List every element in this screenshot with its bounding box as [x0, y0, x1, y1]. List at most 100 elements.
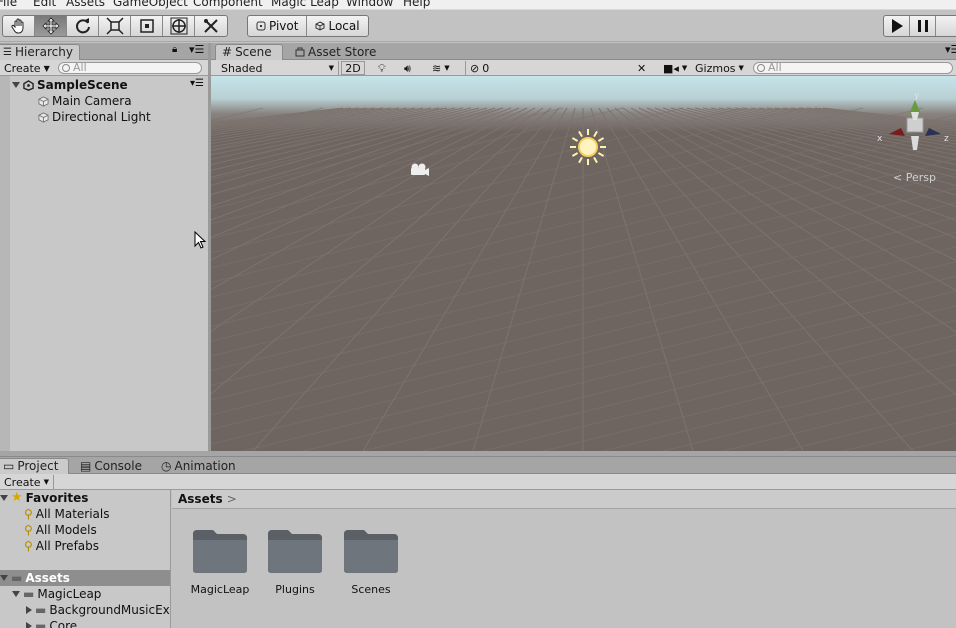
transform-tool-button[interactable]	[163, 16, 195, 36]
expand-triangle-icon[interactable]	[0, 575, 8, 581]
2d-label: 2D	[345, 61, 361, 75]
main-toolbar: Pivot Local	[0, 10, 956, 42]
pause-button[interactable]	[910, 16, 937, 36]
play-button[interactable]	[884, 16, 911, 36]
menu-magic-leap[interactable]: Magic Leap	[271, 0, 339, 9]
scale-tool-button[interactable]	[99, 16, 131, 36]
menu-window[interactable]: Window	[346, 0, 393, 9]
rotate-tool-button[interactable]	[67, 16, 99, 36]
camera-dropdown[interactable]: ■◂ ▼	[659, 61, 691, 75]
assets-root-row[interactable]: ▬ Assets	[0, 570, 170, 586]
gizmos-dropdown[interactable]: Gizmos ▼	[691, 61, 748, 75]
favorite-item-all-materials[interactable]: ⚲ All Materials	[24, 506, 110, 522]
hierarchy-item-main-camera[interactable]: Main Camera	[38, 93, 132, 109]
move-tool-button[interactable]	[35, 16, 67, 36]
gizmos-label: Gizmos	[695, 61, 736, 75]
menu-component[interactable]: Component	[193, 0, 263, 9]
tree-item-label: Core	[49, 619, 78, 628]
menu-bar: File Edit Assets GameObject Component Ma…	[0, 0, 956, 10]
search-placeholder: All	[73, 61, 87, 74]
scale-icon	[105, 17, 124, 35]
menu-gameobject[interactable]: GameObject	[113, 0, 188, 9]
transform-tools	[2, 15, 228, 37]
audio-toggle[interactable]: 🔊︎	[400, 61, 415, 75]
panel-menu-icon[interactable]: ▾☰	[945, 43, 956, 56]
projection-label[interactable]: < Persp	[893, 171, 936, 184]
scene-tools-button[interactable]: ✕	[633, 61, 650, 75]
pivot-label: Pivot	[269, 19, 299, 33]
hierarchy-item-directional-light[interactable]: Directional Light	[38, 109, 151, 125]
breadcrumb-assets[interactable]: Assets >	[178, 492, 237, 506]
search-icon: ⚲	[24, 507, 33, 521]
hierarchy-search-input[interactable]: All	[58, 62, 202, 74]
chevron-down-icon: ▼	[43, 477, 49, 486]
scene-canvas[interactable]: y x z	[211, 76, 956, 451]
menu-assets[interactable]: Assets	[66, 0, 105, 9]
menu-help[interactable]: Help	[403, 0, 430, 9]
expand-triangle-icon[interactable]	[0, 495, 8, 501]
asset-store-tab-label: Asset Store	[308, 44, 377, 59]
hierarchy-subbar: Create ▼ All	[0, 60, 208, 76]
chevron-down-icon: ▼	[444, 63, 450, 72]
tab-asset-store[interactable]: Asset Store	[289, 44, 382, 60]
project-folder-tree: ★ Favorites ⚲ All Materials ⚲ All Models…	[0, 490, 171, 628]
hand-tool-button[interactable]	[3, 16, 35, 36]
tree-item-core[interactable]: ▬ Core	[26, 618, 77, 628]
hierarchy-panel: ☰ Hierarchy 🔒︎ ▾☰ Create ▼ All SampleSce…	[0, 43, 208, 451]
expand-triangle-icon[interactable]	[12, 591, 20, 597]
mouse-cursor-icon	[194, 231, 206, 249]
tab-project[interactable]: ▭ Project	[0, 458, 69, 474]
asset-folder-magicleap[interactable]: MagicLeap	[180, 528, 260, 596]
search-icon: ⚲	[24, 523, 33, 537]
expand-triangle-icon[interactable]	[12, 82, 20, 88]
project-create-dropdown[interactable]: Create ▼	[0, 475, 54, 489]
move-arrows-icon	[41, 17, 60, 35]
asset-folder-plugins[interactable]: Plugins	[255, 528, 335, 596]
local-toggle[interactable]: Local	[307, 16, 367, 36]
favorite-label: All Models	[35, 523, 97, 537]
create-label: Create	[4, 475, 41, 489]
effects-dropdown[interactable]: ≋ ▼	[428, 61, 454, 75]
hierarchy-create-dropdown[interactable]: Create ▼	[0, 61, 54, 75]
shading-mode-dropdown[interactable]: Shaded ▼	[217, 61, 339, 75]
console-tab-label: Console	[94, 458, 142, 473]
scene-root-row[interactable]: SampleScene	[12, 77, 128, 93]
lock-icon[interactable]: 🔒︎	[172, 44, 177, 55]
tab-hierarchy[interactable]: ☰ Hierarchy	[0, 44, 80, 60]
custom-tool-button[interactable]	[195, 16, 227, 36]
axis-label-z: z	[944, 134, 949, 144]
unity-scene-icon	[23, 79, 34, 91]
animation-tab-label: Animation	[174, 458, 236, 473]
speaker-icon: 🔊︎	[404, 61, 411, 75]
collapse-triangle-icon[interactable]	[26, 622, 32, 628]
scene-search-input[interactable]: All	[753, 62, 953, 74]
axis-label-y: y	[914, 91, 920, 101]
tab-animation[interactable]: ◷ Animation	[155, 458, 242, 474]
favorite-item-all-prefabs[interactable]: ⚲ All Prefabs	[24, 538, 99, 554]
project-tab-label: Project	[17, 459, 59, 473]
tab-console[interactable]: ▤ Console	[74, 458, 148, 474]
chevron-down-icon: ▼	[328, 63, 334, 72]
scene-name: SampleScene	[37, 78, 128, 92]
rect-tool-button[interactable]	[131, 16, 163, 36]
lighting-toggle[interactable]: 💡︎	[374, 61, 390, 75]
tree-item-magicleap[interactable]: ▬ MagicLeap	[12, 586, 101, 602]
panel-menu-icon[interactable]: ▾☰	[189, 43, 204, 56]
tab-scene[interactable]: # Scene	[215, 44, 283, 60]
menu-edit[interactable]: Edit	[33, 0, 56, 9]
asset-folder-scenes[interactable]: Scenes	[331, 528, 411, 596]
eye-slash-icon: ⊘	[470, 61, 480, 75]
collapse-triangle-icon[interactable]	[26, 606, 32, 614]
scene-viewport[interactable]: y x z < Persp	[211, 76, 956, 451]
pivot-toggle[interactable]: Pivot	[248, 16, 308, 36]
step-button[interactable]	[936, 16, 956, 36]
hidden-objects-toggle[interactable]: ⊘ 0	[465, 61, 493, 75]
2d-toggle[interactable]: 2D	[341, 61, 365, 75]
scene-tab-label: Scene	[235, 45, 272, 59]
menu-file[interactable]: File	[0, 0, 17, 9]
search-icon: ⚲	[24, 539, 33, 553]
favorites-row[interactable]: ★ Favorites	[0, 490, 88, 506]
favorite-item-all-models[interactable]: ⚲ All Models	[24, 522, 97, 538]
scene-menu-icon[interactable]: ▾☰	[190, 78, 204, 89]
tree-item-backgroundmusic[interactable]: ▬ BackgroundMusicExa	[26, 602, 170, 618]
